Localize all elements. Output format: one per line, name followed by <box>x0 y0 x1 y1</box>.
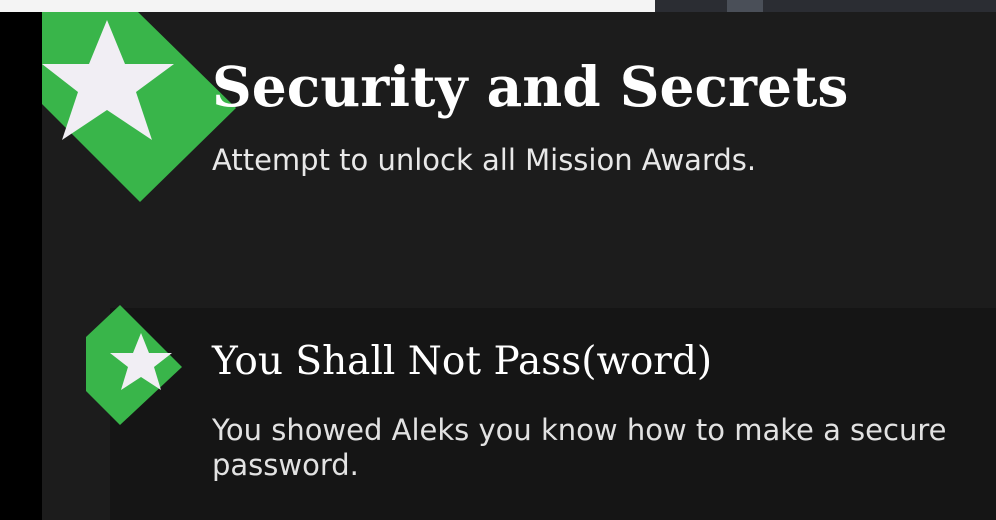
category-subtitle: Attempt to unlock all Mission Awards. <box>212 143 757 177</box>
background-strip-dark <box>655 0 996 12</box>
background-fragment <box>727 0 763 12</box>
award-description: You showed Aleks you know how to make a … <box>212 413 947 482</box>
background-strip-light <box>0 0 655 12</box>
left-edge <box>0 12 42 520</box>
award-badge <box>86 305 182 425</box>
game-screen: Security and Secrets Attempt to unlock a… <box>0 0 996 520</box>
category-title: Security and Secrets <box>212 54 849 119</box>
star-icon <box>86 305 182 425</box>
award-title: You Shall Not Pass(word) <box>212 339 713 384</box>
